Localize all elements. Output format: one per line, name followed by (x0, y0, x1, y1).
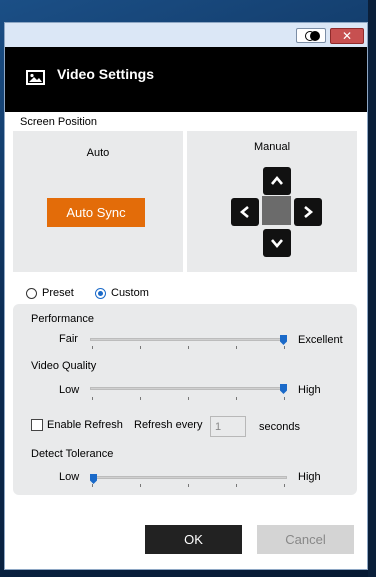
slider-tick (140, 484, 141, 487)
enable-refresh-label: Enable Refresh (47, 419, 123, 431)
manual-label: Manual (253, 141, 291, 153)
auto-label: Auto (86, 147, 110, 159)
performance-ticks (90, 346, 287, 350)
dialog-title: Video Settings (57, 66, 154, 82)
title-bar[interactable]: ✕ (5, 23, 367, 47)
desktop-edge (368, 0, 376, 577)
ok-button[interactable]: OK (145, 525, 242, 554)
slider-tick (284, 397, 285, 400)
enable-refresh-checkbox[interactable] (31, 419, 43, 431)
cancel-button[interactable]: Cancel (257, 525, 354, 554)
dialog-header: Video Settings (5, 47, 367, 112)
detect-tolerance-ticks (90, 484, 287, 488)
screen-position-label: Screen Position (20, 116, 98, 128)
slider-tick (188, 484, 189, 487)
slider-tick (236, 397, 237, 400)
detect-tolerance-min-label: Low (59, 471, 80, 483)
close-button[interactable]: ✕ (330, 28, 364, 44)
slider-tick (140, 346, 141, 349)
slider-tick (284, 484, 285, 487)
video-quality-slider-track[interactable] (90, 387, 287, 390)
preset-label: Preset (42, 287, 74, 299)
custom-radio[interactable] (95, 288, 106, 299)
detect-tolerance-max-label: High (298, 471, 321, 483)
contrast-toggle-icon[interactable] (296, 28, 326, 43)
refresh-interval-input[interactable] (210, 416, 246, 437)
performance-slider-track[interactable] (90, 338, 287, 341)
refresh-unit-label: seconds (259, 421, 300, 433)
custom-label: Custom (111, 287, 149, 299)
video-quality-ticks (90, 397, 287, 401)
slider-tick (140, 397, 141, 400)
slider-tick (92, 346, 93, 349)
video-quality-min-label: Low (59, 384, 80, 396)
left-arrow-icon (239, 206, 249, 218)
video-quality-max-label: High (298, 384, 321, 396)
image-icon (26, 70, 45, 85)
down-arrow-icon (271, 239, 283, 249)
slider-tick (236, 484, 237, 487)
refresh-every-label: Refresh every (134, 419, 203, 431)
right-arrow-icon (304, 206, 314, 218)
slider-tick (92, 397, 93, 400)
preset-radio[interactable] (26, 288, 37, 299)
up-arrow-icon (271, 175, 283, 185)
detect-tolerance-label: Detect Tolerance (31, 448, 114, 460)
close-icon: ✕ (341, 29, 353, 43)
position-center (262, 196, 291, 225)
slider-tick (188, 397, 189, 400)
slider-tick (92, 484, 93, 487)
performance-label: Performance (31, 313, 94, 325)
auto-sync-button[interactable]: Auto Sync (47, 198, 145, 227)
move-left-button[interactable] (231, 198, 259, 226)
performance-min-label: Fair (59, 333, 78, 345)
slider-tick (188, 346, 189, 349)
slider-tick (284, 346, 285, 349)
performance-max-label: Excellent (298, 334, 343, 346)
video-quality-label: Video Quality (31, 360, 97, 372)
move-right-button[interactable] (294, 198, 322, 226)
move-down-button[interactable] (263, 229, 291, 257)
slider-tick (236, 346, 237, 349)
detect-tolerance-slider-track[interactable] (90, 476, 287, 479)
move-up-button[interactable] (263, 167, 291, 195)
